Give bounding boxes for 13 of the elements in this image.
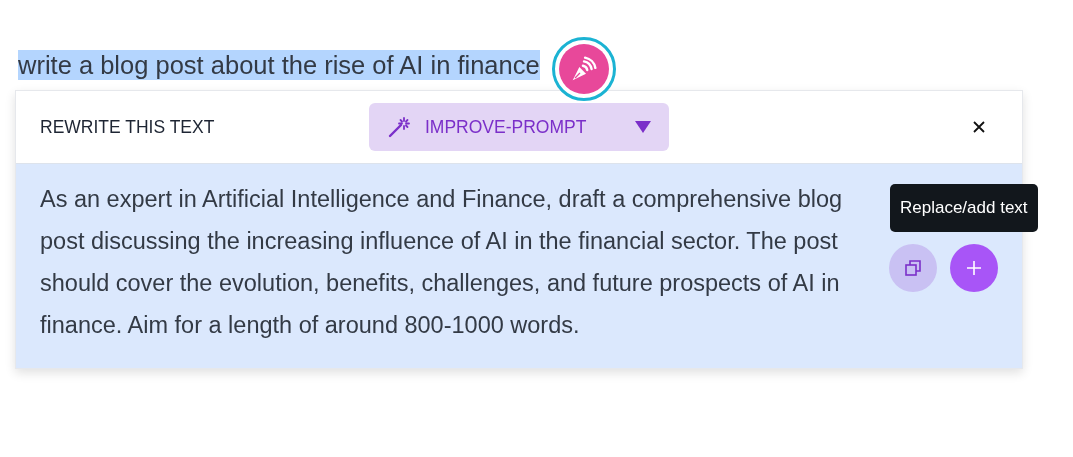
magic-wand-icon — [387, 115, 411, 139]
close-icon — [972, 120, 986, 134]
copy-icon — [903, 258, 923, 278]
copy-button[interactable] — [889, 244, 937, 292]
selected-text: write a blog post about the rise of AI in finance — [18, 50, 540, 80]
mode-dropdown[interactable]: IMPROVE-PROMPT — [369, 103, 669, 151]
caret-icon — [635, 121, 651, 133]
tooltip: Replace/add text — [890, 184, 1038, 232]
pen-icon — [570, 56, 597, 82]
panel-title: REWRITE THIS TEXT — [40, 116, 216, 138]
add-button[interactable] — [950, 244, 998, 292]
plus-icon — [965, 259, 983, 277]
rewritten-text: As an expert in Artificial Intelligence and Finance, draft a comprehensive blog post discussing the increasing influence of AI in the financial sector. The post should cover the evolution, benefits, challenges, and future prospects of AI in finance. Aim for a length of around 800-1000 words. — [40, 185, 844, 340]
